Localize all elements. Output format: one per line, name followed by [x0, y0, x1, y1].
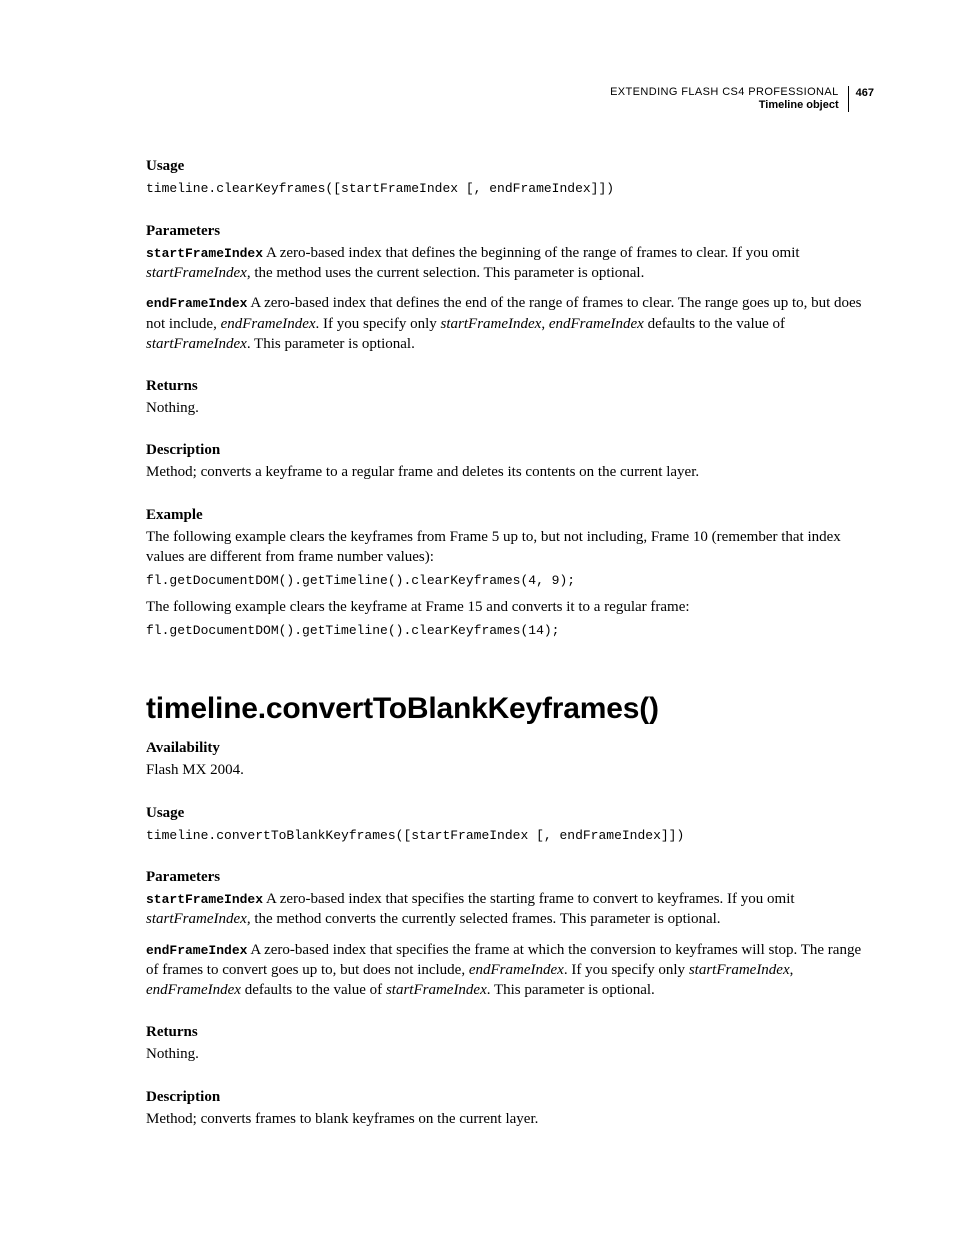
param-name: startFrameIndex [146, 246, 263, 261]
param-text: . If you specify only [564, 962, 689, 978]
code-usage: timeline.convertToBlankKeyframes([startF… [146, 826, 874, 846]
param-ital: startFrameIndex [441, 316, 542, 332]
heading-returns: Returns [146, 1024, 874, 1041]
param-ital: endFrameIndex [469, 962, 564, 978]
page-number: 467 [849, 86, 874, 100]
param-startframeindex: startFrameIndex A zero-based index that … [146, 243, 874, 284]
heading-parameters: Parameters [146, 223, 874, 240]
param-name: endFrameIndex [146, 943, 247, 958]
param-ital: endFrameIndex [549, 316, 644, 332]
doc-title: EXTENDING FLASH CS4 PROFESSIONAL [610, 86, 839, 99]
param-text: A zero-based index that defines the begi… [263, 245, 800, 261]
heading-returns: Returns [146, 378, 874, 395]
param-ital: startFrameIndex [146, 911, 247, 927]
page: EXTENDING FLASH CS4 PROFESSIONAL Timelin… [0, 0, 954, 1213]
api-title: timeline.convertToBlankKeyframes() [146, 692, 874, 726]
running-header: EXTENDING FLASH CS4 PROFESSIONAL Timelin… [146, 86, 874, 112]
heading-parameters: Parameters [146, 869, 874, 886]
code-example-1: fl.getDocumentDOM().getTimeline().clearK… [146, 571, 874, 591]
example-intro-2: The following example clears the keyfram… [146, 597, 874, 617]
param-text: , [790, 962, 794, 978]
param-startframeindex: startFrameIndex A zero-based index that … [146, 889, 874, 930]
param-text: , [541, 316, 549, 332]
param-ital: startFrameIndex [689, 962, 790, 978]
param-ital: endFrameIndex [146, 982, 241, 998]
running-header-text: EXTENDING FLASH CS4 PROFESSIONAL Timelin… [610, 86, 849, 112]
description-body: Method; converts a keyframe to a regular… [146, 462, 874, 482]
param-text: . If you specify only [316, 316, 441, 332]
param-text: , the method uses the current selection.… [247, 265, 645, 281]
param-ital: startFrameIndex [146, 265, 247, 281]
availability-body: Flash MX 2004. [146, 760, 874, 780]
heading-description: Description [146, 442, 874, 459]
heading-usage: Usage [146, 805, 874, 822]
doc-section: Timeline object [610, 99, 839, 112]
param-endframeindex: endFrameIndex A zero-based index that sp… [146, 940, 874, 1001]
heading-description: Description [146, 1089, 874, 1106]
heading-example: Example [146, 507, 874, 524]
param-name: startFrameIndex [146, 892, 263, 907]
code-example-2: fl.getDocumentDOM().getTimeline().clearK… [146, 621, 874, 641]
param-ital: startFrameIndex [146, 336, 247, 352]
returns-body: Nothing. [146, 1044, 874, 1064]
param-name: endFrameIndex [146, 296, 247, 311]
param-ital: endFrameIndex [221, 316, 316, 332]
description-body: Method; converts frames to blank keyfram… [146, 1109, 874, 1129]
param-text: . This parameter is optional. [487, 982, 655, 998]
param-text: defaults to the value of [241, 982, 386, 998]
param-text: , the method converts the currently sele… [247, 911, 721, 927]
param-text: defaults to the value of [644, 316, 785, 332]
param-endframeindex: endFrameIndex A zero-based index that de… [146, 293, 874, 354]
param-text: A zero-based index that specifies the st… [263, 891, 795, 907]
code-usage: timeline.clearKeyframes([startFrameIndex… [146, 179, 874, 199]
heading-usage: Usage [146, 158, 874, 175]
example-intro-1: The following example clears the keyfram… [146, 527, 874, 568]
returns-body: Nothing. [146, 398, 874, 418]
param-ital: startFrameIndex [386, 982, 487, 998]
heading-availability: Availability [146, 740, 874, 757]
param-text: . This parameter is optional. [247, 336, 415, 352]
